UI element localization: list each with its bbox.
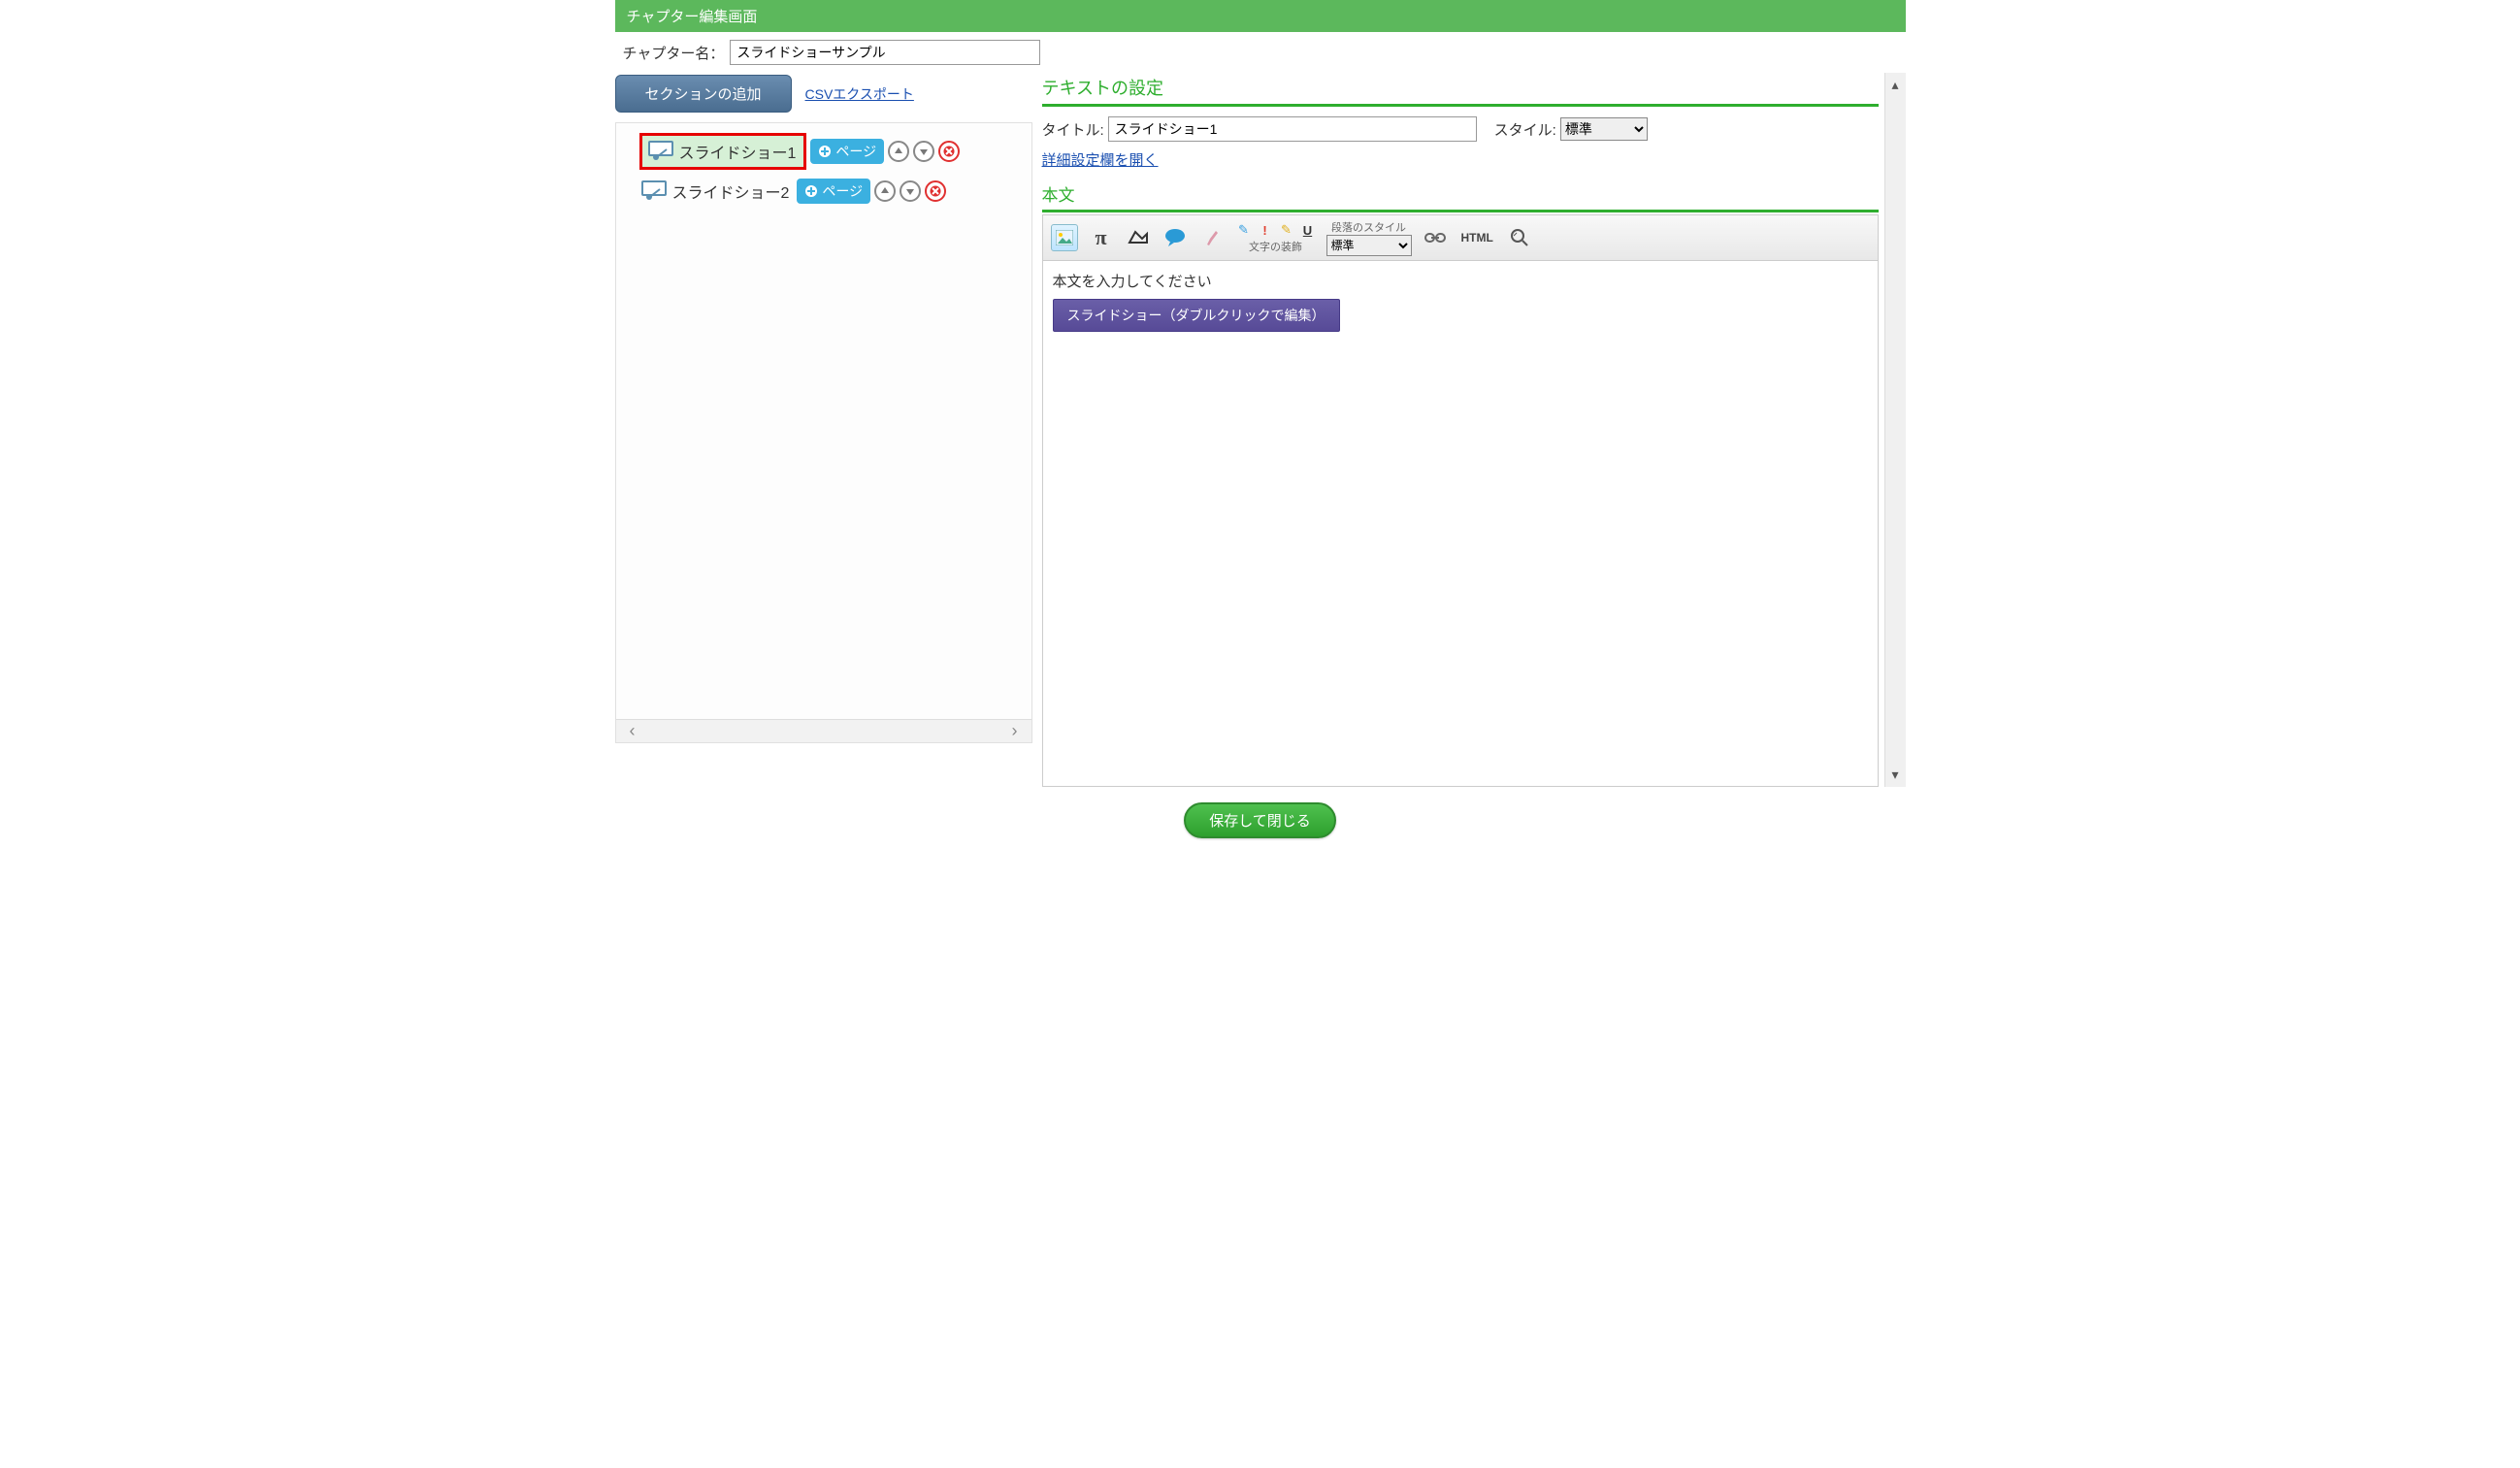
section-list: スライドショー1 ページ: [615, 122, 1032, 743]
plus-icon: [818, 145, 832, 158]
open-detail-settings-link[interactable]: 詳細設定欄を開く: [1042, 149, 1159, 170]
presentation-icon: [639, 179, 669, 203]
insert-comment-icon[interactable]: [1162, 224, 1189, 251]
rich-text-editor: π ✎ !: [1042, 214, 1879, 787]
presentation-icon: [646, 140, 675, 163]
paragraph-style-label: 段落のスタイル: [1331, 219, 1406, 235]
add-page-button[interactable]: ページ: [810, 139, 884, 164]
page-title: チャプター編集画面: [627, 9, 758, 25]
section-item[interactable]: スライドショー2 ページ: [616, 174, 1031, 209]
csv-export-link[interactable]: CSVエクスポート: [805, 84, 914, 104]
preview-icon[interactable]: [1506, 224, 1533, 251]
insert-link-icon[interactable]: [1422, 224, 1449, 251]
red-pen-icon[interactable]: !: [1257, 221, 1274, 239]
delete-button[interactable]: [938, 141, 960, 162]
section-label: スライドショー2: [669, 178, 794, 205]
add-page-button[interactable]: ページ: [797, 179, 870, 204]
plus-icon: [804, 184, 818, 198]
underline-icon[interactable]: U: [1299, 221, 1317, 239]
horizontal-scroll-nav: ‹ ›: [616, 719, 1031, 742]
style-select[interactable]: 標準: [1560, 117, 1648, 141]
decoration-label: 文字の装飾: [1249, 239, 1302, 254]
add-section-button[interactable]: セクションの追加: [615, 75, 792, 113]
style-label: スタイル:: [1494, 119, 1556, 140]
yellow-pen-icon[interactable]: ✎: [1278, 221, 1295, 239]
insert-shape-icon[interactable]: [1125, 224, 1152, 251]
vertical-scrollbar[interactable]: ▴ ▾: [1884, 73, 1906, 787]
move-down-button[interactable]: [900, 180, 921, 202]
section-label: スライドショー1: [675, 138, 801, 165]
scroll-right-icon[interactable]: ›: [1012, 721, 1018, 741]
page-title-bar: チャプター編集画面: [615, 0, 1906, 32]
title-label: タイトル:: [1042, 119, 1104, 140]
scroll-down-icon[interactable]: ▾: [1891, 767, 1898, 783]
slideshow-placeholder-chip[interactable]: スライドショー（ダブルクリックで編集）: [1053, 299, 1340, 332]
save-and-close-button[interactable]: 保存して閉じる: [1184, 802, 1336, 838]
title-input[interactable]: [1108, 116, 1477, 142]
chapter-name-input[interactable]: [730, 40, 1040, 65]
insert-formula-icon[interactable]: π: [1088, 224, 1115, 251]
scroll-up-icon[interactable]: ▴: [1891, 77, 1898, 93]
delete-button[interactable]: [925, 180, 946, 202]
scroll-left-icon[interactable]: ‹: [630, 721, 636, 741]
highlight-pen-icon[interactable]: ✎: [1235, 221, 1253, 239]
body-heading: 本文: [1042, 179, 1879, 212]
move-down-button[interactable]: [913, 141, 934, 162]
html-source-button[interactable]: HTML: [1458, 224, 1496, 251]
text-settings-heading: テキストの設定: [1042, 73, 1879, 107]
editor-content-area[interactable]: 本文を入力してください スライドショー（ダブルクリックで編集）: [1043, 261, 1878, 786]
brush-icon[interactable]: [1198, 224, 1226, 251]
section-item[interactable]: スライドショー1 ページ: [616, 129, 1031, 174]
editor-toolbar: π ✎ !: [1043, 215, 1878, 261]
paragraph-style-select[interactable]: 標準: [1326, 235, 1412, 256]
insert-image-icon[interactable]: [1051, 224, 1078, 251]
move-up-button[interactable]: [874, 180, 896, 202]
move-up-button[interactable]: [888, 141, 909, 162]
chapter-name-label: チャプター名：: [623, 43, 725, 63]
editor-placeholder-text: 本文を入力してください: [1053, 271, 1868, 291]
